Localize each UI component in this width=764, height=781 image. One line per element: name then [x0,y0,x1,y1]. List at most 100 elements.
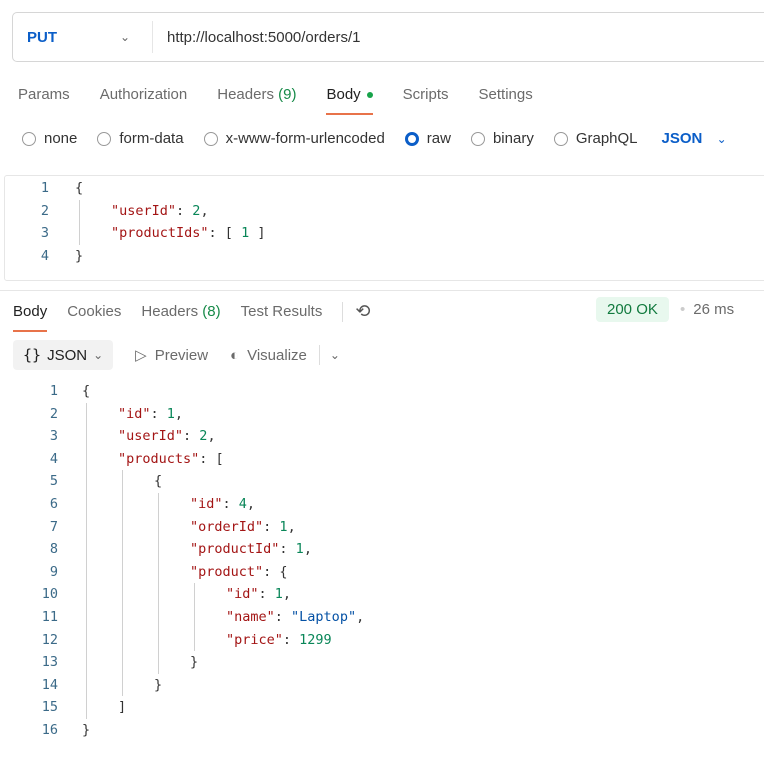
json-punctuation: , [356,609,365,625]
request-body-editor[interactable]: 1 {2 "userId": 2, 3 "productIds": [ 1 ] 4} [4,175,764,281]
indent-guide [122,538,123,561]
url-input[interactable]: http://localhost:5000/orders/1 [153,29,360,46]
radio-label: form-data [119,130,184,147]
tab-label: Headers [217,86,274,103]
indent-guide [86,470,87,493]
json-key: "id" [190,496,223,512]
indent-guide [86,493,87,516]
radio-binary[interactable]: binary [470,130,534,147]
line-number: 7 [49,518,58,535]
separator [318,345,320,365]
radio-label: raw [426,130,451,147]
tab-body[interactable]: Body [326,86,373,115]
code-line: "id": 1, [226,583,291,605]
tab-params[interactable]: Params [18,86,70,115]
visualize-icon: ◐ [230,346,240,364]
url-bar: PUT ⌄ http://localhost:5000/orders/1 [12,12,764,62]
modified-dot [366,92,373,99]
preview-button[interactable]: ▷ Preview [135,346,209,365]
indent-guide [158,651,159,674]
response-format-select[interactable]: {} JSON ⌄ [13,340,114,370]
code-line: "product": { [190,561,288,583]
method-label: PUT [27,28,57,46]
visualize-menu-button[interactable]: ⌄ [330,348,340,362]
json-punctuation: : [279,541,296,558]
radio-circle [97,131,112,146]
indent-guide [86,696,87,719]
tab-headers[interactable]: Headers (9) [217,86,296,115]
radio-urlencoded[interactable]: x-www-form-urlencoded [203,130,385,147]
indent-guide [158,515,159,539]
json-number: 1 [295,541,304,558]
json-punctuation: } [190,654,199,671]
radio-raw[interactable]: raw [404,130,451,147]
tab-cookies[interactable]: Cookies [67,303,121,332]
body-type-options: none form-data x-www-form-urlencoded raw… [22,130,727,147]
radio-circle-selected [404,131,419,146]
line-number: 2 [40,202,49,219]
response-tabs: Body Cookies Headers (8) Test Results ⟲ [13,301,370,334]
indent-guide [194,628,195,652]
radio-circle [203,131,218,146]
body-format-select[interactable]: JSON ⌄ [662,130,727,147]
line-number: 12 [41,631,58,648]
tab-label: Body [326,86,361,103]
code-line: "productIds": [ 1 ] [111,222,265,244]
tab-settings[interactable]: Settings [479,86,533,115]
json-punctuation: ] [249,225,266,241]
tab-authorization[interactable]: Authorization [100,86,188,115]
tab-scripts[interactable]: Scripts [403,86,449,115]
json-punctuation: { [75,180,84,196]
line-number: 16 [41,722,58,738]
code-line: "userId": 2, [118,425,216,447]
code-line: } [82,719,90,741]
radio-form-data[interactable]: form-data [97,130,184,147]
chevron-down-icon: ⌄ [329,348,340,362]
tab-response-headers[interactable]: Headers (8) [141,303,220,332]
format-label: JSON [47,346,88,364]
line-number: 8 [49,541,58,558]
code-line: } [75,245,83,267]
json-punctuation: : [258,586,275,603]
headers-count: (8) [202,303,221,320]
radio-graphql[interactable]: GraphQL [553,130,638,147]
response-toolbar: {} JSON ⌄ ▷ Preview ◐ Visualize ⌄ [13,340,340,370]
indent-guide [158,606,159,629]
code-line: "products": [ [118,448,224,470]
json-punctuation: : [222,496,239,512]
visualize-button[interactable]: ◐ Visualize [230,347,307,364]
history-icon[interactable]: ⟲ [355,301,370,334]
json-key: "id" [118,405,151,422]
indent-guide [122,470,123,493]
json-punctuation: ] [118,699,127,716]
response-time: • 26 ms [680,301,735,318]
indent-guide [86,628,87,652]
indent-guide [86,538,87,561]
json-number: 1 [166,405,175,422]
line-number: 3 [40,225,49,241]
json-key: "productId" [190,541,280,558]
indent-guide [122,651,123,674]
json-punctuation: : [183,428,200,445]
response-body-viewer[interactable]: 1 {2 "id": 1, 3 "userId": 2, 4 "products": [5 {… [0,380,764,780]
json-key: "name" [226,609,275,625]
json-key: "productIds" [111,225,209,241]
line-number: 15 [41,699,58,716]
body-format-label: JSON [661,130,703,147]
indent-guide [158,538,159,561]
request-tabs: Params Authorization Headers (9) Body Sc… [18,86,563,115]
tab-response-body[interactable]: Body [13,303,48,332]
method-select[interactable]: PUT ⌄ [13,21,153,53]
json-punctuation: , [303,541,312,558]
json-punctuation: { [82,383,91,399]
tab-test-results[interactable]: Test Results [241,303,323,332]
indent-guide [86,651,87,674]
json-number: 1 [274,586,283,603]
radio-none[interactable]: none [22,130,77,147]
radio-label: GraphQL [575,130,638,147]
chevron-down-icon: ⌄ [119,30,130,44]
indent-guide [158,583,159,606]
radio-label: binary [492,130,534,147]
indent-guide [86,447,87,471]
preview-label: Preview [154,346,209,364]
